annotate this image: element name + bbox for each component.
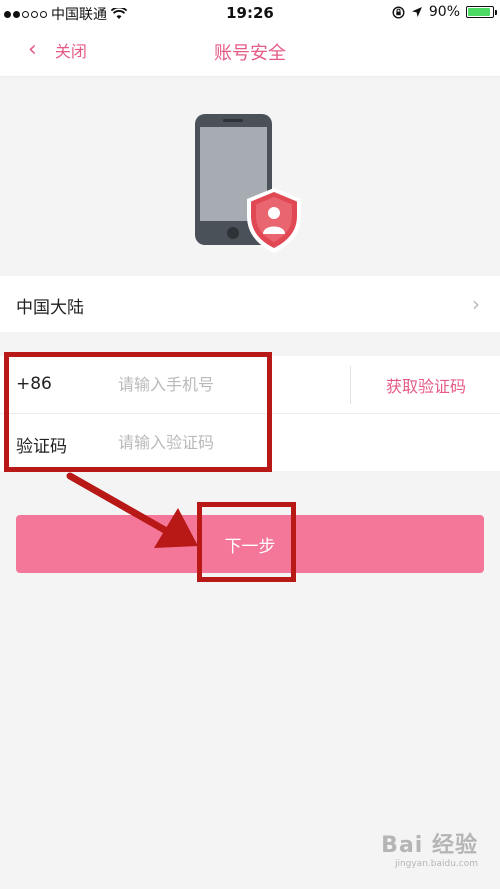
annotation-arrow-icon — [66, 472, 198, 548]
watermark-logo: Bai 经验 — [381, 833, 478, 858]
watermark: Bai 经验 jingyan.baidu.com — [381, 827, 478, 869]
watermark-url: jingyan.baidu.com — [394, 859, 478, 869]
